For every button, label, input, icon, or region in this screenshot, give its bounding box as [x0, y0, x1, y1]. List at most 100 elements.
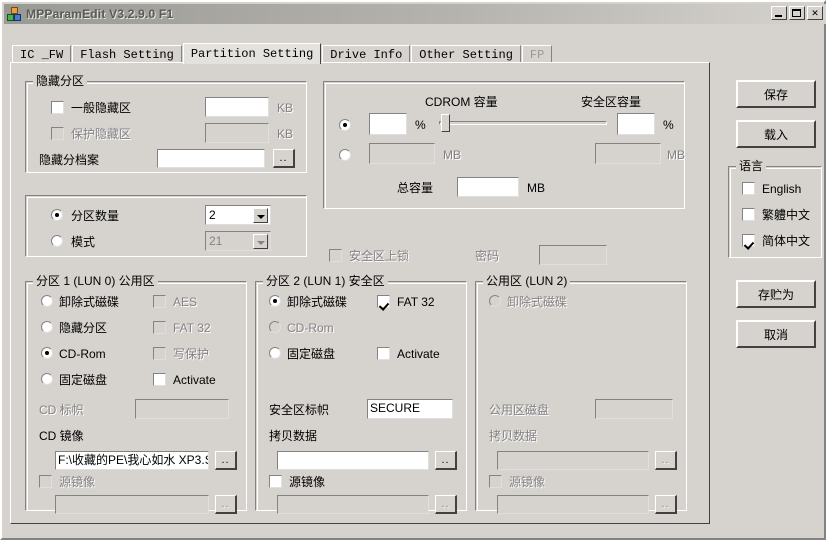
lun2-removable-radio[interactable]: [489, 295, 501, 307]
partition-mode-group: 分区数量 2 模式 21: [25, 195, 307, 257]
lun0-group-title: 分区 1 (LUN 0) 公用区: [33, 275, 158, 287]
lun0-hidden-radio[interactable]: [41, 321, 53, 333]
lun2-copy-data-caption: 拷贝数据: [489, 429, 538, 443]
lun1-fat32-label: FAT 32: [397, 295, 435, 309]
tab-fp[interactable]: FP: [521, 45, 553, 63]
lun2-copy-data-input[interactable]: [497, 451, 649, 470]
lun0-writeprotect-label: 写保护: [173, 347, 210, 361]
hidden-file-input[interactable]: [157, 149, 265, 168]
partition-mode-select[interactable]: 21: [205, 231, 271, 251]
tab-drive-info[interactable]: Drive Info: [322, 45, 411, 63]
lun1-copy-data-input[interactable]: [277, 451, 429, 470]
language-traditional-chinese-label: 繁軆中文: [762, 208, 811, 222]
slider-thumb[interactable]: [441, 114, 450, 132]
lun0-aes-checkbox[interactable]: [153, 295, 166, 308]
lun0-removable-label: 卸除式磁碟: [59, 295, 120, 309]
capacity-percent-radio[interactable]: [339, 119, 351, 131]
lun2-source-image-label: 源镜像: [509, 475, 546, 489]
lun2-group-title: 公用区 (LUN 2): [483, 275, 571, 287]
close-button[interactable]: ✕: [807, 6, 823, 20]
tab-partition-setting[interactable]: Partition Setting: [182, 43, 322, 64]
partition-mode-radio[interactable]: [51, 235, 63, 247]
save-as-button[interactable]: 存贮为: [736, 280, 816, 308]
lun2-copy-data-browse-button[interactable]: ..: [655, 451, 677, 470]
lun0-fixed-disk-radio[interactable]: [41, 373, 53, 385]
language-english-checkbox[interactable]: [742, 182, 755, 195]
lun0-source-image-checkbox[interactable]: [39, 475, 52, 488]
normal-hidden-size-input[interactable]: [205, 97, 269, 117]
lun1-group: 分区 2 (LUN 1) 安全区 卸除式磁碟 FAT 32 CD-Rom 固定磁…: [255, 275, 467, 514]
lun0-cd-image-input[interactable]: F:\收藏的PE\我心如水 XP3.SE: [55, 451, 209, 470]
lun0-cd-image-browse-button[interactable]: ..: [215, 451, 237, 470]
maximize-button[interactable]: [789, 6, 805, 20]
partition-count-radio[interactable]: [51, 209, 63, 221]
cdrom-percent-input[interactable]: [369, 113, 407, 135]
language-traditional-chinese-checkbox[interactable]: [742, 208, 755, 221]
lun1-source-image-browse-button[interactable]: ..: [435, 495, 457, 514]
total-capacity-unit: MB: [527, 181, 545, 195]
capacity-mb-radio[interactable]: [339, 149, 351, 161]
lun1-secure-label-input[interactable]: SECURE: [367, 399, 453, 419]
cdrom-mb-input[interactable]: [369, 143, 435, 164]
lun1-fixed-disk-radio[interactable]: [269, 347, 281, 359]
lun1-activate-checkbox[interactable]: [377, 347, 390, 360]
secure-lock-checkbox[interactable]: [329, 249, 342, 262]
lun1-copy-data-browse-button[interactable]: ..: [435, 451, 457, 470]
lun1-source-image-checkbox[interactable]: [269, 475, 282, 488]
lun0-cd-image-caption: CD 镜像: [39, 429, 84, 443]
lun1-secure-label-caption: 安全区标帜: [269, 403, 330, 417]
lun0-fat32-checkbox[interactable]: [153, 321, 166, 334]
lun2-source-image-browse-button[interactable]: ..: [655, 495, 677, 514]
chevron-down-icon[interactable]: [253, 234, 268, 249]
normal-hidden-checkbox[interactable]: [51, 101, 64, 114]
lun0-activate-label: Activate: [173, 373, 216, 387]
lun0-cdrom-radio[interactable]: [41, 347, 53, 359]
normal-hidden-unit-label: KB: [277, 101, 294, 115]
lun2-disk-label-input[interactable]: [595, 399, 673, 419]
lun0-cd-label-input[interactable]: [135, 399, 229, 419]
lun0-source-image-input[interactable]: [55, 495, 209, 514]
protect-hidden-checkbox[interactable]: [51, 127, 64, 140]
tab-flash-setting[interactable]: Flash Setting: [72, 45, 182, 63]
partition-count-select[interactable]: 2: [205, 205, 271, 225]
secure-mb-unit: MB: [667, 148, 685, 162]
language-group: 语言 English 繁軆中文 简体中文: [728, 160, 822, 258]
lun1-cdrom-radio[interactable]: [269, 321, 281, 333]
cdrom-mb-unit: MB: [443, 148, 461, 162]
secure-mb-input[interactable]: [595, 143, 661, 164]
secure-percent-unit: %: [663, 118, 674, 132]
lun0-source-image-browse-button[interactable]: ..: [215, 495, 237, 514]
language-simplified-chinese-label: 简体中文: [762, 234, 811, 248]
minimize-button[interactable]: [771, 6, 787, 20]
total-capacity-input[interactable]: [457, 177, 519, 197]
lun0-removable-radio[interactable]: [41, 295, 53, 307]
language-simplified-chinese-checkbox[interactable]: [742, 234, 755, 247]
tab-ic-fw[interactable]: IC _FW: [12, 45, 72, 63]
lun2-source-image-checkbox[interactable]: [489, 475, 502, 488]
cdrom-percent-unit: %: [415, 118, 426, 132]
title-bar: MPParamEdit V3.2.9.0 F1 ✕: [4, 4, 826, 24]
save-button[interactable]: 保存: [736, 80, 816, 108]
lun2-source-image-input[interactable]: [497, 495, 649, 514]
lun1-cdrom-label: CD-Rom: [287, 321, 334, 335]
password-input[interactable]: [539, 245, 607, 265]
capacity-slider[interactable]: [439, 114, 607, 132]
window-title: MPParamEdit V3.2.9.0 F1: [26, 7, 174, 21]
hidden-partition-group: 隐藏分区 一般隐藏区 KB 保护隐藏区 KB 隐藏分档案 ..: [25, 75, 307, 173]
lun1-source-image-input[interactable]: [277, 495, 429, 514]
partition-setting-page: 隐藏分区 一般隐藏区 KB 保护隐藏区 KB 隐藏分档案 .. 分区数量 2 模…: [10, 62, 710, 524]
lun0-activate-checkbox[interactable]: [153, 373, 166, 386]
lun0-writeprotect-checkbox[interactable]: [153, 347, 166, 360]
tab-other-setting[interactable]: Other Setting: [411, 45, 521, 63]
lun1-removable-radio[interactable]: [269, 295, 281, 307]
lun2-disk-label-caption: 公用区磁盘: [489, 403, 550, 417]
lun1-fat32-checkbox[interactable]: [377, 295, 390, 308]
hidden-file-browse-button[interactable]: ..: [273, 149, 295, 168]
app-blocks-icon: [7, 6, 22, 22]
chevron-down-icon[interactable]: [253, 208, 268, 223]
hidden-partition-group-title: 隐藏分区: [33, 75, 88, 87]
protect-hidden-size-input[interactable]: [205, 123, 269, 143]
secure-percent-input[interactable]: [617, 113, 655, 135]
load-button[interactable]: 载入: [736, 120, 816, 148]
cancel-button[interactable]: 取消: [736, 320, 816, 348]
